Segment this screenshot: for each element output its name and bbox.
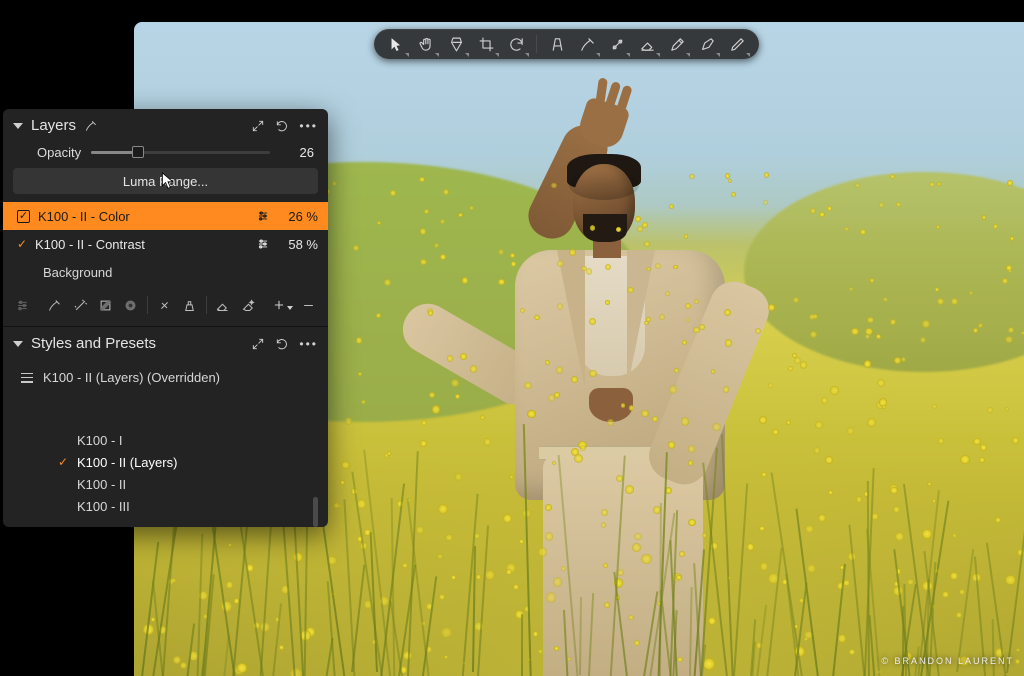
layer-opacity: 58 % bbox=[278, 237, 318, 252]
gradient-linear-icon[interactable] bbox=[96, 295, 114, 315]
more-icon[interactable]: ••• bbox=[299, 340, 318, 348]
tool-pointer[interactable] bbox=[384, 32, 408, 56]
preset-item[interactable]: ✓ K100 - II (Layers) bbox=[57, 451, 328, 473]
tool-brush[interactable] bbox=[575, 32, 599, 56]
tool-keystone[interactable] bbox=[545, 32, 569, 56]
tool-erase[interactable] bbox=[635, 32, 659, 56]
sliders-icon[interactable] bbox=[256, 237, 270, 251]
opacity-value: 26 bbox=[280, 145, 316, 160]
photo-credit: © BRANDON LAURENT bbox=[881, 656, 1014, 666]
tool-fill[interactable] bbox=[444, 32, 468, 56]
opacity-slider[interactable] bbox=[91, 144, 270, 160]
check-icon: ✓ bbox=[57, 455, 69, 469]
tool-picker[interactable] bbox=[665, 32, 689, 56]
preset-name: K100 - III bbox=[77, 499, 130, 514]
reset-icon[interactable] bbox=[275, 119, 289, 133]
applied-style-row[interactable]: K100 - II (Layers) (Overridden) bbox=[3, 360, 328, 391]
heal-icon[interactable] bbox=[155, 295, 173, 315]
top-toolbar bbox=[374, 29, 759, 59]
remove-layer-button[interactable] bbox=[300, 295, 318, 315]
layer-name: Background bbox=[43, 265, 318, 280]
tool-heal[interactable] bbox=[605, 32, 629, 56]
cursor-icon bbox=[160, 171, 176, 191]
magic-erase-icon[interactable] bbox=[239, 295, 257, 315]
layer-opacity: 26 % bbox=[278, 209, 318, 224]
add-layer-button[interactable] bbox=[272, 298, 293, 312]
check-icon[interactable]: ✓ bbox=[17, 237, 27, 251]
clone-icon[interactable] bbox=[180, 295, 198, 315]
preset-name: K100 - I bbox=[77, 433, 123, 448]
layer-toolstrip bbox=[3, 286, 328, 326]
scrollbar[interactable] bbox=[313, 497, 318, 527]
preset-name: K100 - II bbox=[77, 477, 126, 492]
reset-icon[interactable] bbox=[275, 337, 289, 351]
tool-marker[interactable] bbox=[695, 32, 719, 56]
expand-icon[interactable] bbox=[251, 119, 265, 133]
opacity-control: Opacity 26 bbox=[3, 142, 328, 168]
layer-row[interactable]: ✓ K100 - II - Contrast 58 % bbox=[3, 230, 328, 258]
list-icon bbox=[21, 373, 33, 383]
layer-row[interactable]: Background bbox=[3, 258, 328, 286]
preset-list: K100 - I ✓ K100 - II (Layers) K100 - II K100… bbox=[3, 421, 328, 527]
preset-name: K100 - II (Layers) bbox=[77, 455, 177, 470]
tool-crop[interactable] bbox=[474, 32, 498, 56]
applied-style-label: K100 - II (Layers) (Overridden) bbox=[43, 370, 220, 385]
disclosure-icon[interactable] bbox=[13, 341, 23, 347]
luma-range-button[interactable]: Luma Range... bbox=[13, 168, 318, 194]
layer-checkbox[interactable] bbox=[17, 210, 30, 223]
styles-title: Styles and Presets bbox=[31, 335, 156, 352]
tool-pencil[interactable] bbox=[725, 32, 749, 56]
preset-item[interactable]: K100 - II bbox=[57, 473, 328, 495]
layer-row[interactable]: K100 - II - Color 26 % bbox=[3, 202, 328, 230]
preset-item[interactable]: K100 - I bbox=[57, 429, 328, 451]
brush-icon[interactable] bbox=[45, 295, 63, 315]
opacity-label: Opacity bbox=[37, 145, 81, 160]
preset-item[interactable]: K100 - III bbox=[57, 495, 328, 517]
tool-rotate[interactable] bbox=[504, 32, 528, 56]
tools-panel: Layers ••• Opacity 26 Luma Range... K100… bbox=[3, 109, 328, 527]
more-icon[interactable]: ••• bbox=[299, 122, 318, 130]
layers-title: Layers bbox=[31, 117, 76, 134]
sliders-icon[interactable] bbox=[256, 209, 270, 223]
magic-brush-icon[interactable] bbox=[71, 295, 89, 315]
layers-header: Layers ••• bbox=[3, 109, 328, 142]
layer-list: K100 - II - Color 26 % ✓ K100 - II - Contra… bbox=[3, 202, 328, 286]
expand-icon[interactable] bbox=[251, 337, 265, 351]
layer-name: K100 - II - Color bbox=[38, 209, 248, 224]
brush-edit-icon[interactable] bbox=[84, 119, 98, 133]
gradient-radial-icon[interactable] bbox=[122, 295, 140, 315]
layer-name: K100 - II - Contrast bbox=[35, 237, 248, 252]
tool-hand[interactable] bbox=[414, 32, 438, 56]
erase-icon[interactable] bbox=[214, 295, 232, 315]
adjust-sliders-icon[interactable] bbox=[13, 295, 31, 315]
disclosure-icon[interactable] bbox=[13, 123, 23, 129]
styles-header: Styles and Presets ••• bbox=[3, 327, 328, 360]
